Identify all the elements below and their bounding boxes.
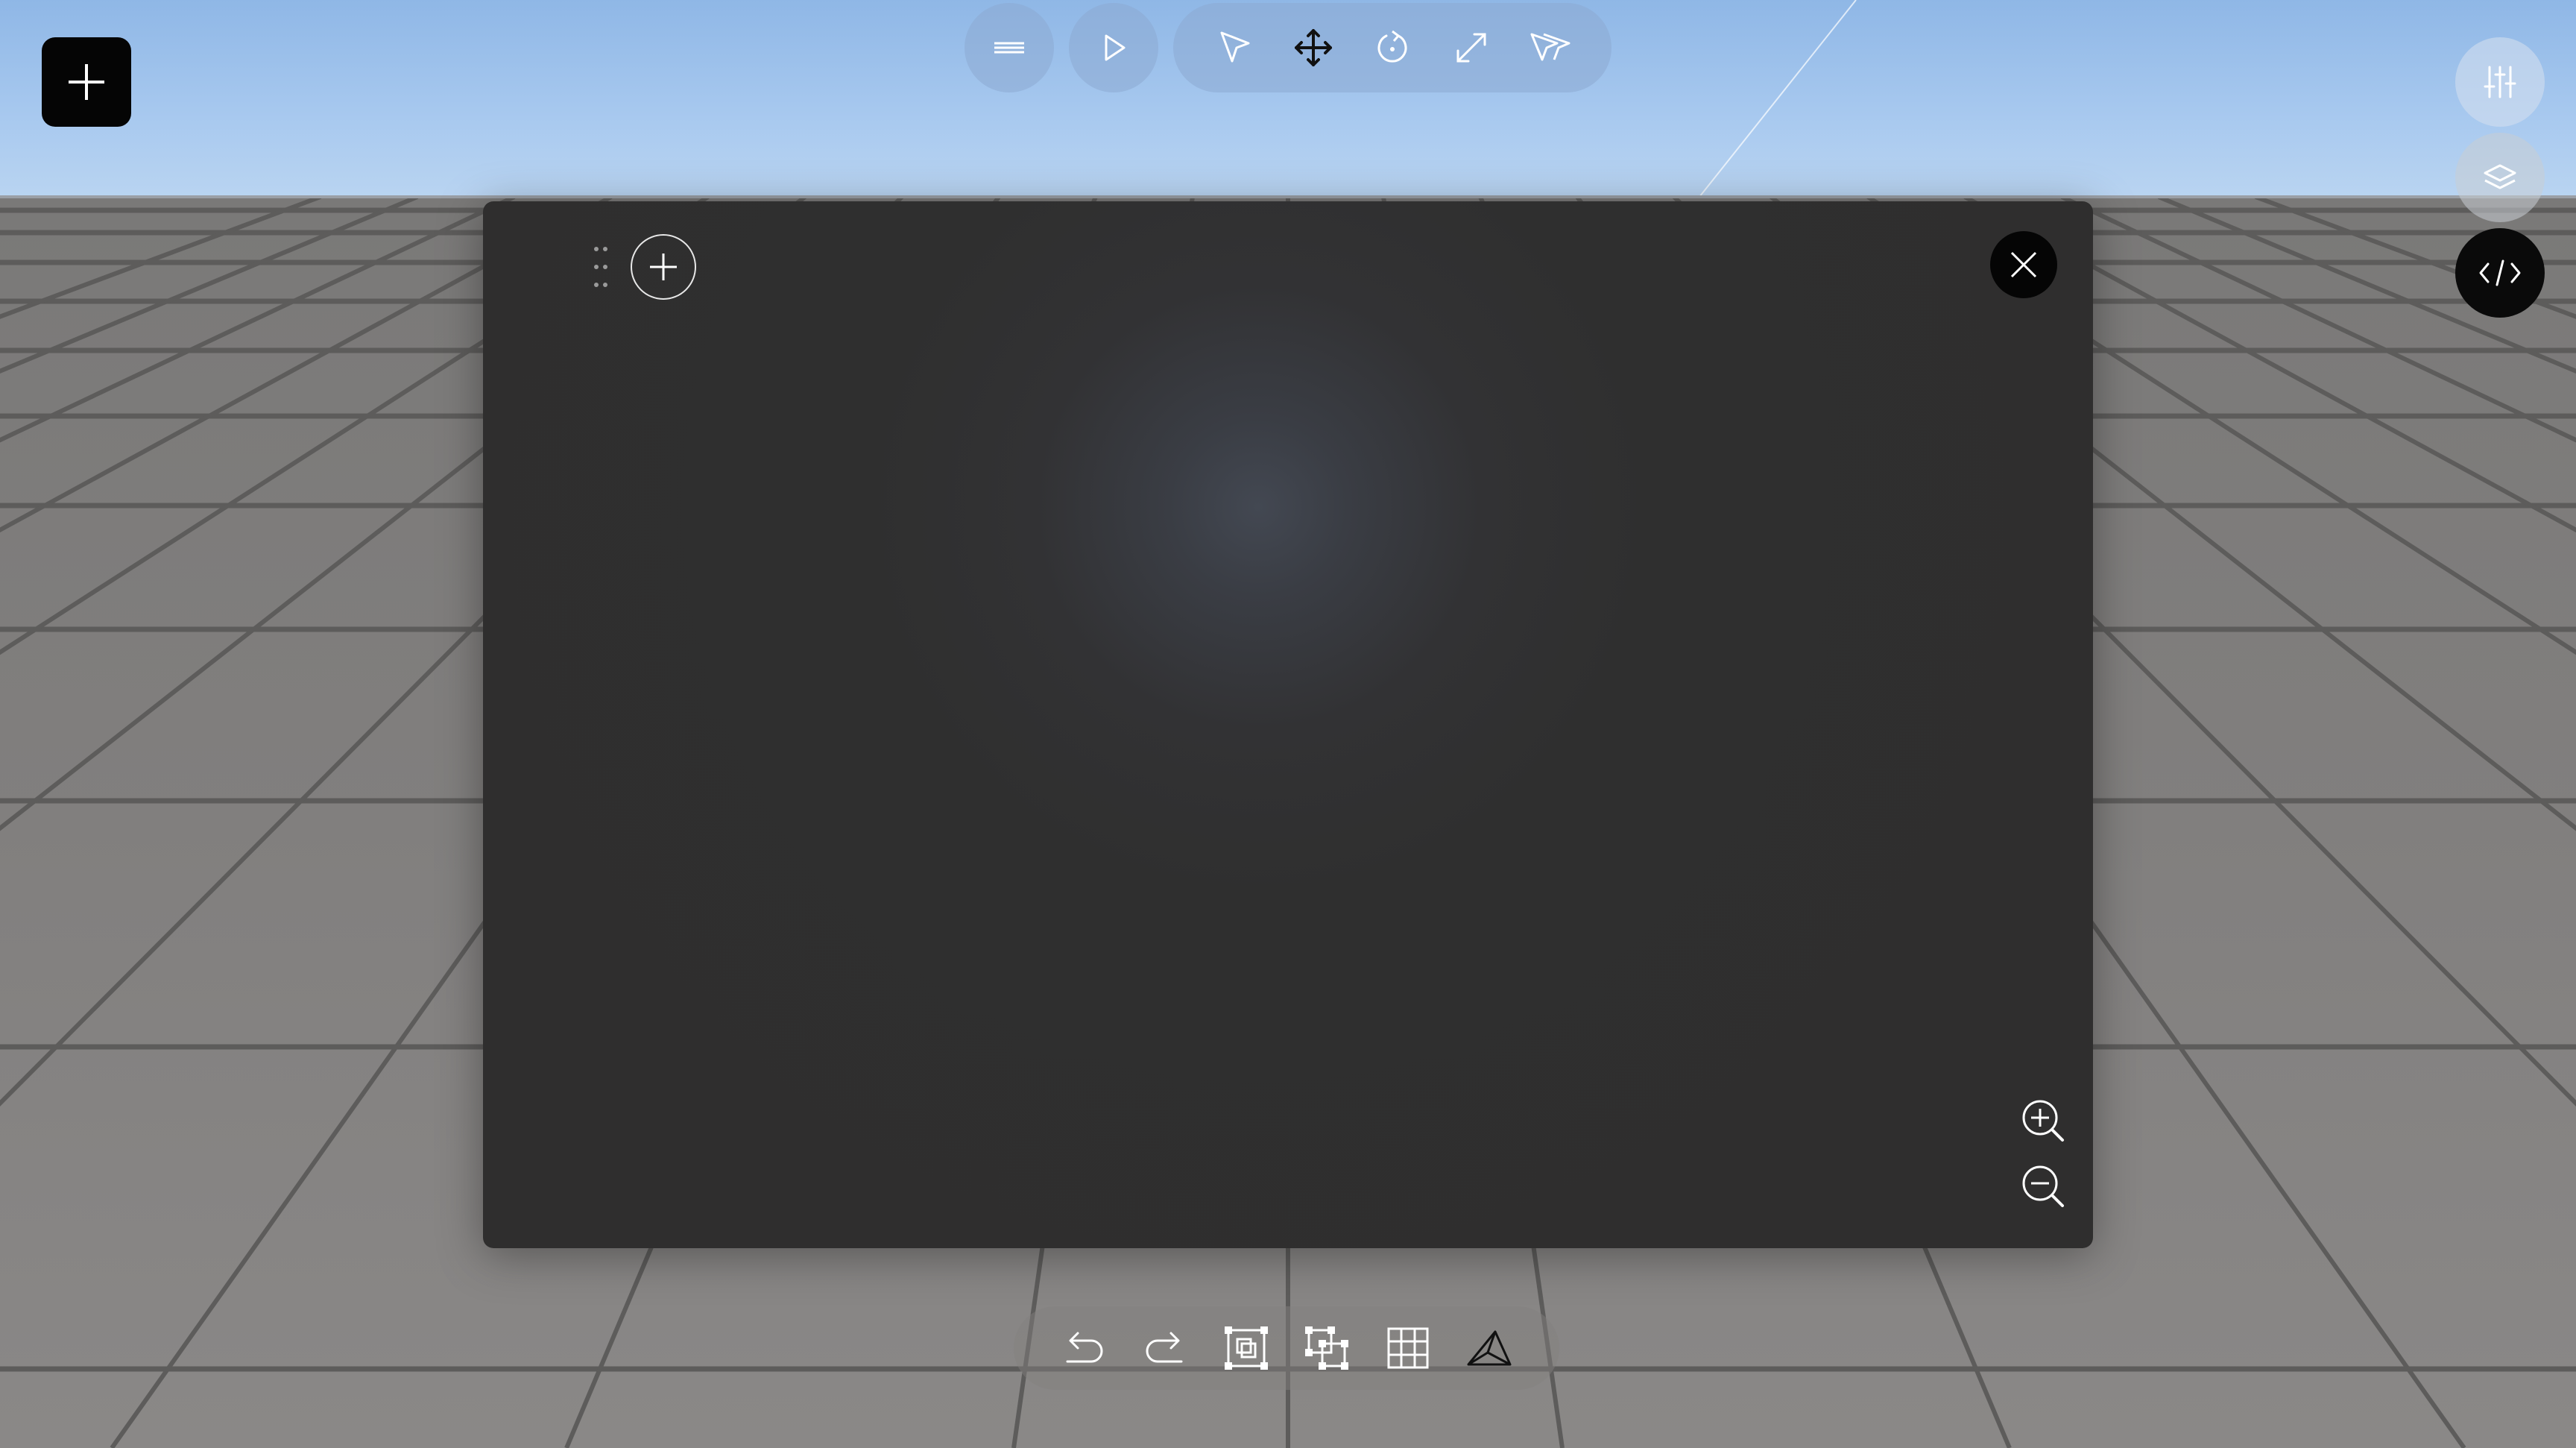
- camera-view-button[interactable]: [1459, 1318, 1519, 1378]
- zoom-in-icon: [2022, 1100, 2064, 1142]
- play-button[interactable]: [1069, 3, 1158, 92]
- undo-icon: [1066, 1332, 1103, 1363]
- rotate-tool-button[interactable]: [1363, 18, 1422, 78]
- close-panel-button[interactable]: [1990, 231, 2057, 298]
- add-object-button[interactable]: [42, 37, 131, 127]
- zoom-out-icon: [2022, 1165, 2064, 1207]
- close-icon: [2010, 251, 2037, 278]
- scale-tool-button[interactable]: [1442, 18, 1501, 78]
- transform-tool-group: [1173, 3, 1611, 92]
- zoom-in-button[interactable]: [2017, 1095, 2069, 1147]
- layers-button[interactable]: [2455, 133, 2545, 222]
- camera-view-icon: [1467, 1330, 1512, 1366]
- grid-toggle-button[interactable]: [1378, 1318, 1438, 1378]
- ungroup-button[interactable]: [1297, 1318, 1357, 1378]
- layers-icon: [2484, 164, 2516, 189]
- code-icon: [2479, 259, 2521, 286]
- horizon-line: [0, 195, 2576, 198]
- menu-icon: [994, 42, 1024, 54]
- code-editor-panel[interactable]: [483, 201, 2093, 1248]
- redo-icon: [1146, 1332, 1183, 1363]
- grid-icon: [1387, 1327, 1429, 1369]
- add-node-button[interactable]: [631, 234, 696, 300]
- plus-circle-icon: [650, 254, 677, 280]
- redo-button[interactable]: [1135, 1318, 1195, 1378]
- sliders-icon: [2484, 66, 2516, 98]
- select-tool-button[interactable]: [1205, 18, 1265, 78]
- rotate-icon: [1377, 30, 1407, 63]
- multi-cursor-icon: [1530, 33, 1570, 61]
- play-icon: [1105, 34, 1126, 61]
- move-tool-button[interactable]: [1284, 18, 1343, 78]
- menu-button[interactable]: [965, 3, 1054, 92]
- multi-select-tool-button[interactable]: [1520, 18, 1579, 78]
- group-button[interactable]: [1216, 1318, 1276, 1378]
- ungroup-icon: [1305, 1326, 1349, 1370]
- 3d-viewport[interactable]: [0, 0, 2576, 1448]
- move-arrows-icon: [1295, 29, 1333, 66]
- expand-icon: [1456, 33, 1486, 63]
- group-icon: [1224, 1326, 1268, 1370]
- plus-icon: [69, 64, 104, 100]
- zoom-out-button[interactable]: [2017, 1160, 2069, 1212]
- drag-handle-icon[interactable]: [592, 245, 610, 289]
- undo-button[interactable]: [1054, 1318, 1114, 1378]
- code-editor-button[interactable]: [2455, 228, 2545, 318]
- settings-button[interactable]: [2455, 37, 2545, 127]
- cursor-arrow-icon: [1220, 31, 1250, 63]
- bottom-toolbar: [1014, 1306, 1559, 1390]
